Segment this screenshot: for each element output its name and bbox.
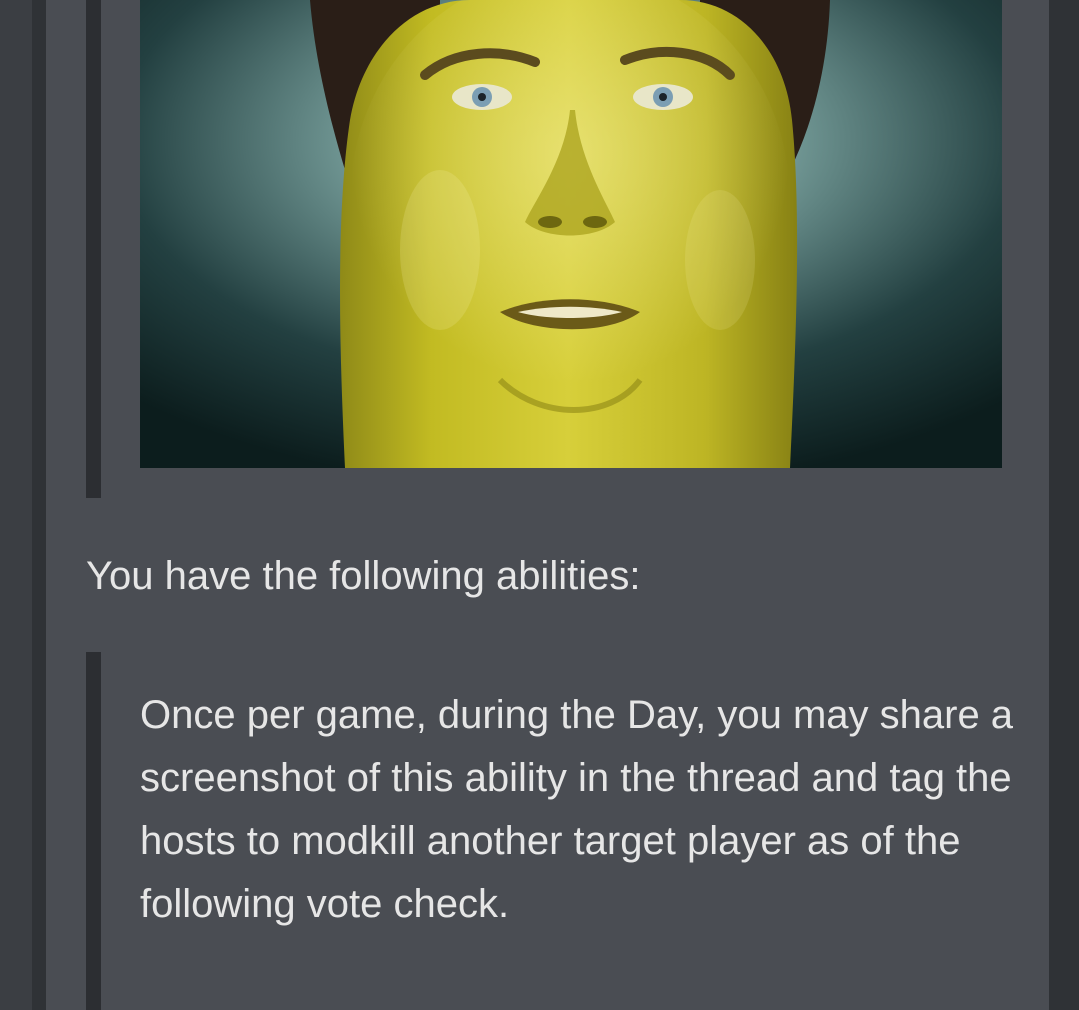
- right-gutter: [1049, 0, 1079, 1010]
- blockquote-bar-bottom: [86, 652, 101, 1010]
- abilities-heading: You have the following abilities:: [86, 554, 641, 598]
- ability-text: Once per game, during the Day, you may s…: [140, 693, 1014, 926]
- post-page: You have the following abilities: Once p…: [0, 0, 1079, 1010]
- pickle-face-photo: [140, 0, 1002, 468]
- blockquote-bar-top: [86, 0, 101, 498]
- post-image[interactable]: [140, 0, 1002, 468]
- left-gutter: [32, 0, 46, 1010]
